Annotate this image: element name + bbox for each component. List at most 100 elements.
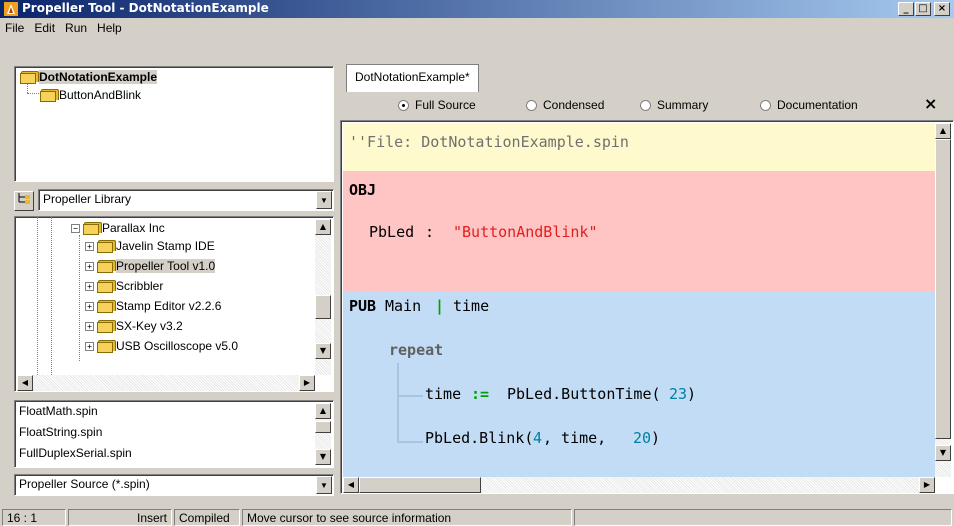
view-label: Summary — [657, 98, 709, 112]
folder-icon — [97, 240, 116, 253]
library-tree-vscrollbar[interactable]: ▲ ▼ — [315, 219, 331, 375]
scroll-right-icon[interactable]: ▶ — [299, 375, 315, 391]
scroll-thumb[interactable] — [315, 295, 331, 319]
propeller-app-icon — [4, 2, 18, 16]
editor-hscrollbar[interactable]: ◀ ▶ — [343, 477, 935, 493]
scroll-thumb[interactable] — [935, 139, 951, 439]
status-mode: Insert — [68, 509, 172, 526]
minimize-button[interactable]: _ — [898, 2, 914, 16]
view-full-source[interactable]: Full Source — [398, 98, 476, 112]
menu-bar: File Edit Run Help — [0, 19, 954, 39]
chevron-down-icon[interactable]: ▼ — [316, 191, 332, 209]
file-item[interactable]: FloatString.spin — [19, 425, 102, 443]
editor-vscrollbar[interactable]: ▲ ▼ — [935, 123, 951, 477]
scroll-down-icon[interactable]: ▼ — [935, 445, 951, 461]
expand-icon[interactable]: + — [85, 302, 94, 311]
folder-label: SX-Key v3.2 — [116, 319, 183, 333]
object-tree-child[interactable]: ButtonAndBlink — [40, 88, 141, 106]
file-filter-combo[interactable]: Propeller Source (*.spin) ▼ — [14, 474, 334, 496]
view-documentation[interactable]: Documentation — [760, 98, 858, 112]
chevron-down-icon[interactable]: ▼ — [316, 476, 332, 494]
scroll-up-icon[interactable]: ▲ — [935, 123, 951, 139]
scroll-down-icon[interactable]: ▼ — [315, 343, 331, 359]
folder-icon — [40, 89, 59, 102]
maximize-button[interactable]: □ — [915, 2, 931, 16]
view-condensed[interactable]: Condensed — [526, 98, 604, 112]
scroll-up-icon[interactable]: ▲ — [315, 403, 331, 419]
folder-label: Stamp Editor v2.2.6 — [116, 299, 222, 313]
obj-name: PbLed — [369, 223, 415, 241]
obj-keyword: OBJ — [349, 181, 377, 199]
view-label: Documentation — [777, 98, 858, 112]
line2-close: ) — [651, 429, 661, 447]
pub-keyword: PUB — [349, 297, 377, 315]
scroll-thumb[interactable] — [359, 477, 481, 493]
radio-icon — [526, 100, 537, 111]
line2-args: , time, — [543, 429, 616, 447]
file-list-vscrollbar[interactable]: ▲ ▼ — [315, 403, 331, 465]
menu-file[interactable]: File — [0, 19, 29, 35]
folder-icon — [97, 320, 116, 333]
obj-block: OBJ PbLed : "ButtonAndBlink" — [343, 171, 935, 291]
folder-icon — [97, 340, 116, 353]
file-item[interactable]: FloatMath.spin — [19, 404, 98, 422]
line1-close: ) — [687, 385, 697, 403]
expand-icon[interactable]: + — [85, 282, 94, 291]
close-tab-icon[interactable]: × — [924, 94, 937, 113]
library-folder-parallax[interactable]: − Parallax Inc — [71, 221, 165, 239]
folder-label: USB Oscilloscope v5.0 — [116, 339, 239, 353]
menu-run[interactable]: Run — [60, 19, 92, 35]
library-folder-javelin[interactable]: + Javelin Stamp IDE — [85, 239, 215, 257]
folder-label: Javelin Stamp IDE — [116, 239, 215, 253]
pub-name: Main — [385, 297, 422, 315]
line2-call: PbLed.Blink( — [425, 429, 534, 447]
line1-number: 23 — [669, 385, 688, 403]
close-button[interactable]: × — [934, 2, 950, 16]
expand-icon[interactable]: + — [85, 262, 94, 271]
collapse-icon[interactable]: − — [71, 224, 80, 233]
library-tree-icon[interactable] — [14, 191, 34, 211]
library-tree-hscrollbar[interactable]: ◀ ▶ — [17, 375, 315, 391]
scroll-up-icon[interactable]: ▲ — [315, 219, 331, 235]
radio-icon — [640, 100, 651, 111]
library-folder-tree: − Parallax Inc + Javelin Stamp IDE + Propel… — [14, 216, 334, 392]
pub-local: time — [453, 297, 490, 315]
library-folder-stamp-editor[interactable]: + Stamp Editor v2.2.6 — [85, 299, 221, 317]
expand-icon[interactable]: + — [85, 242, 94, 251]
scroll-thumb[interactable] — [315, 421, 331, 433]
repeat-keyword: repeat — [389, 341, 444, 359]
library-combo-value: Propeller Library — [43, 192, 132, 206]
title-bar: Propeller Tool - DotNotationExample _ □ … — [0, 0, 954, 18]
scroll-left-icon[interactable]: ◀ — [343, 477, 359, 493]
folder-icon — [97, 260, 116, 273]
object-tree-root[interactable]: DotNotationExample — [20, 70, 158, 88]
library-combo[interactable]: Propeller Library ▼ — [38, 189, 334, 211]
expand-icon[interactable]: + — [85, 342, 94, 351]
expand-icon[interactable]: + — [85, 322, 94, 331]
pub-bar: | — [435, 297, 445, 315]
menu-edit[interactable]: Edit — [29, 19, 60, 35]
tab-dotnotationexample[interactable]: DotNotationExample* — [346, 64, 479, 92]
folder-icon — [97, 300, 116, 313]
library-folder-usb-oscilloscope[interactable]: + USB Oscilloscope v5.0 — [85, 339, 238, 357]
library-folder-propeller[interactable]: + Propeller Tool v1.0 — [85, 259, 216, 277]
folder-icon — [83, 222, 102, 235]
code-editor[interactable]: ''File: DotNotationExample.spin OBJ PbLe… — [340, 120, 954, 494]
object-tree-child-label: ButtonAndBlink — [59, 88, 142, 102]
indent-guide — [397, 395, 423, 397]
library-folder-scribbler[interactable]: + Scribbler — [85, 279, 163, 297]
file-item[interactable]: FullDuplexSerial.spin — [19, 446, 132, 464]
code-comment: ''File: DotNotationExample.spin — [349, 133, 629, 151]
scroll-down-icon[interactable]: ▼ — [315, 449, 331, 465]
view-summary[interactable]: Summary — [640, 98, 708, 112]
line1-call: PbLed.ButtonTime( — [507, 385, 661, 403]
object-tree-panel: DotNotationExample ButtonAndBlink — [14, 66, 334, 182]
menu-help[interactable]: Help — [92, 19, 127, 35]
scroll-left-icon[interactable]: ◀ — [17, 375, 33, 391]
window-title: Propeller Tool - DotNotationExample — [22, 1, 269, 15]
status-empty — [574, 509, 952, 526]
library-folder-sx-key[interactable]: + SX-Key v3.2 — [85, 319, 183, 337]
object-tree-root-label: DotNotationExample — [39, 70, 158, 84]
scroll-right-icon[interactable]: ▶ — [919, 477, 935, 493]
indent-guide — [397, 363, 399, 443]
